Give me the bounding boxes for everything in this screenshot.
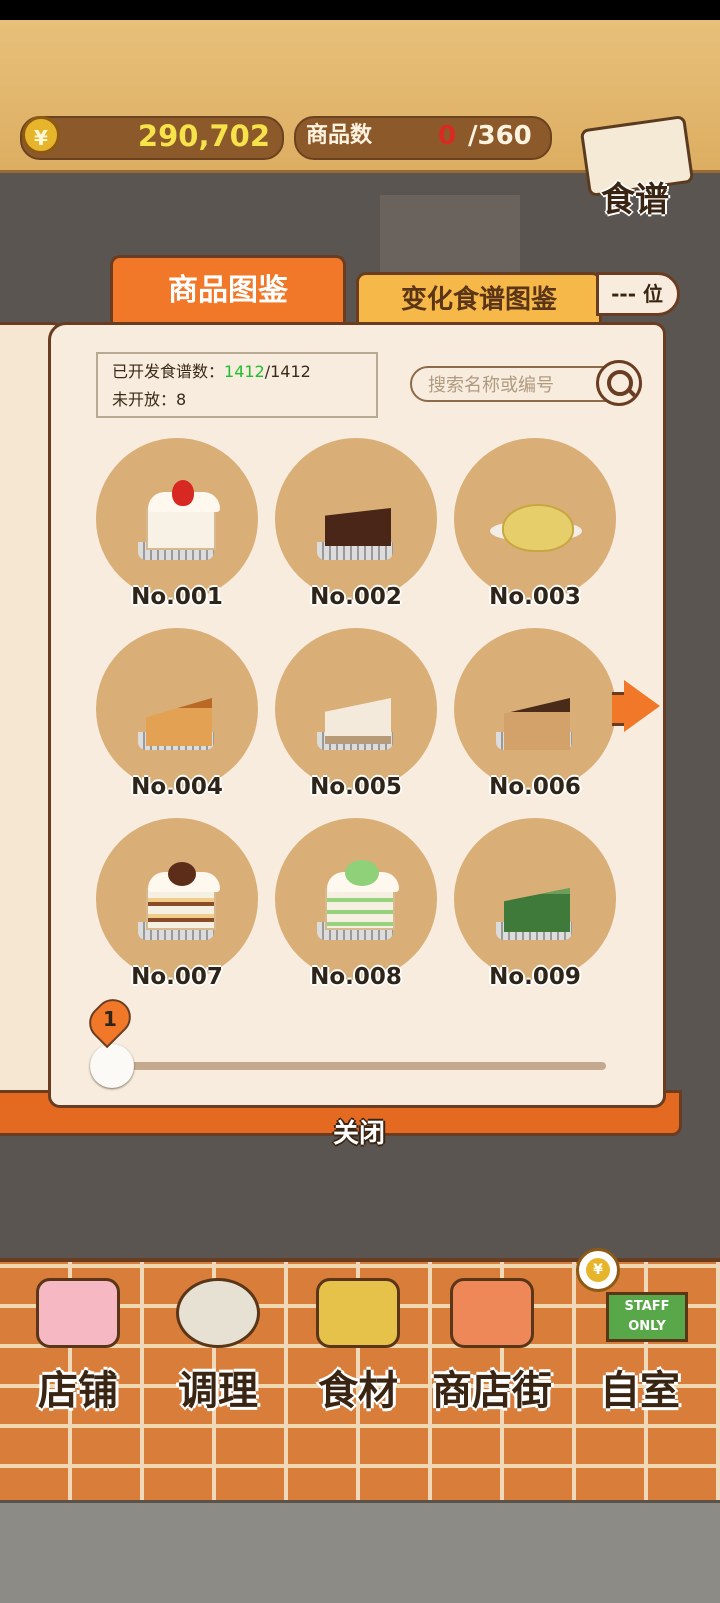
page-slider-track[interactable] (110, 1062, 606, 1070)
product-item-007[interactable]: No.007 (96, 818, 258, 1000)
unopened-value: 8 (176, 390, 187, 409)
product-count-max: /360 (468, 121, 532, 151)
nav-ingredients-label: 食材 (318, 1368, 398, 1414)
developed-label: 已开发食谱数： (112, 362, 225, 381)
strawberry-icon (172, 480, 194, 506)
search-button[interactable] (596, 360, 642, 406)
nav-shop[interactable]: 店铺 (18, 1270, 138, 1420)
nav-cooking[interactable]: 调理 (158, 1270, 278, 1420)
recipe-info-box: 已开发食谱数：1412/1412 未开放：8 (96, 352, 378, 418)
coin-symbol: ¥ (586, 1258, 610, 1282)
strawberry-shortcake-icon (146, 508, 216, 550)
staff-only-sign: STAFF ONLY (606, 1292, 688, 1342)
coin-balance: 290,702 (137, 119, 270, 153)
product-grid: No.001 No.002 No.003 No.004 No.005 No.00… (96, 438, 626, 998)
nav-shop-label: 店铺 (38, 1368, 118, 1414)
nav-ingredients[interactable]: 食材 (298, 1270, 418, 1420)
product-item-005[interactable]: No.005 (275, 628, 437, 810)
next-page-arrow-icon[interactable] (624, 680, 660, 732)
nav-cooking-label: 调理 (178, 1368, 258, 1414)
tab-product-catalog[interactable]: 商品图鉴 (110, 255, 346, 323)
product-label: No.006 (489, 774, 581, 800)
product-count-current: 0 (438, 121, 457, 151)
product-item-001[interactable]: No.001 (96, 438, 258, 620)
chestnut-icon (168, 862, 196, 886)
page-slider-handle[interactable] (90, 1044, 134, 1088)
shopping-street-icon (450, 1278, 534, 1348)
search-input[interactable] (426, 368, 605, 402)
product-label: No.009 (489, 964, 581, 990)
small-coin-icon: ¥ (576, 1248, 620, 1292)
developed-current: 1412 (224, 362, 265, 381)
product-label: No.007 (131, 964, 223, 990)
recipe-button[interactable]: 食谱 (579, 110, 700, 220)
status-bar (0, 0, 720, 20)
recipe-button-label: 食谱 (601, 180, 669, 220)
product-label: No.001 (131, 584, 223, 610)
ingredient-bag-icon (316, 1278, 400, 1348)
nav-staff-room-label: 自室 (600, 1368, 680, 1414)
product-item-008[interactable]: No.008 (275, 818, 437, 1000)
product-label: No.008 (310, 964, 402, 990)
custard-cake-icon (502, 504, 574, 552)
product-item-003[interactable]: No.003 (454, 438, 616, 620)
rank-badge: --- 位 (596, 272, 680, 316)
tab-variant-recipe-catalog[interactable]: 变化食谱图鉴 (356, 272, 602, 324)
nav-shopping-street-label: 商店街 (432, 1368, 552, 1414)
product-item-002[interactable]: No.002 (275, 438, 437, 620)
product-label: No.003 (489, 584, 581, 610)
melon-icon (345, 860, 379, 886)
nav-shopping-street[interactable]: 商店街 (432, 1270, 552, 1420)
product-count-label: 商品数 (306, 123, 373, 148)
product-item-009[interactable]: No.009 (454, 818, 616, 1000)
ground-area (0, 1500, 720, 1603)
close-button[interactable]: 关闭 (318, 1114, 400, 1154)
mixing-bowl-icon (176, 1278, 260, 1348)
product-item-004[interactable]: No.004 (96, 628, 258, 810)
product-label: No.002 (310, 584, 402, 610)
melon-shortcake-icon (325, 888, 395, 930)
product-label: No.005 (310, 774, 402, 800)
developed-total: /1412 (264, 362, 311, 381)
chestnut-cake-icon (146, 888, 216, 930)
shop-cake-icon (36, 1278, 120, 1348)
coin-icon: ¥ (22, 116, 60, 154)
product-label: No.004 (131, 774, 223, 800)
unopened-label: 未开放： (112, 390, 177, 409)
search-icon-handle (626, 387, 636, 397)
page-number: 1 (103, 1007, 117, 1031)
background-shelf (380, 195, 520, 275)
product-item-006[interactable]: No.006 (454, 628, 616, 810)
